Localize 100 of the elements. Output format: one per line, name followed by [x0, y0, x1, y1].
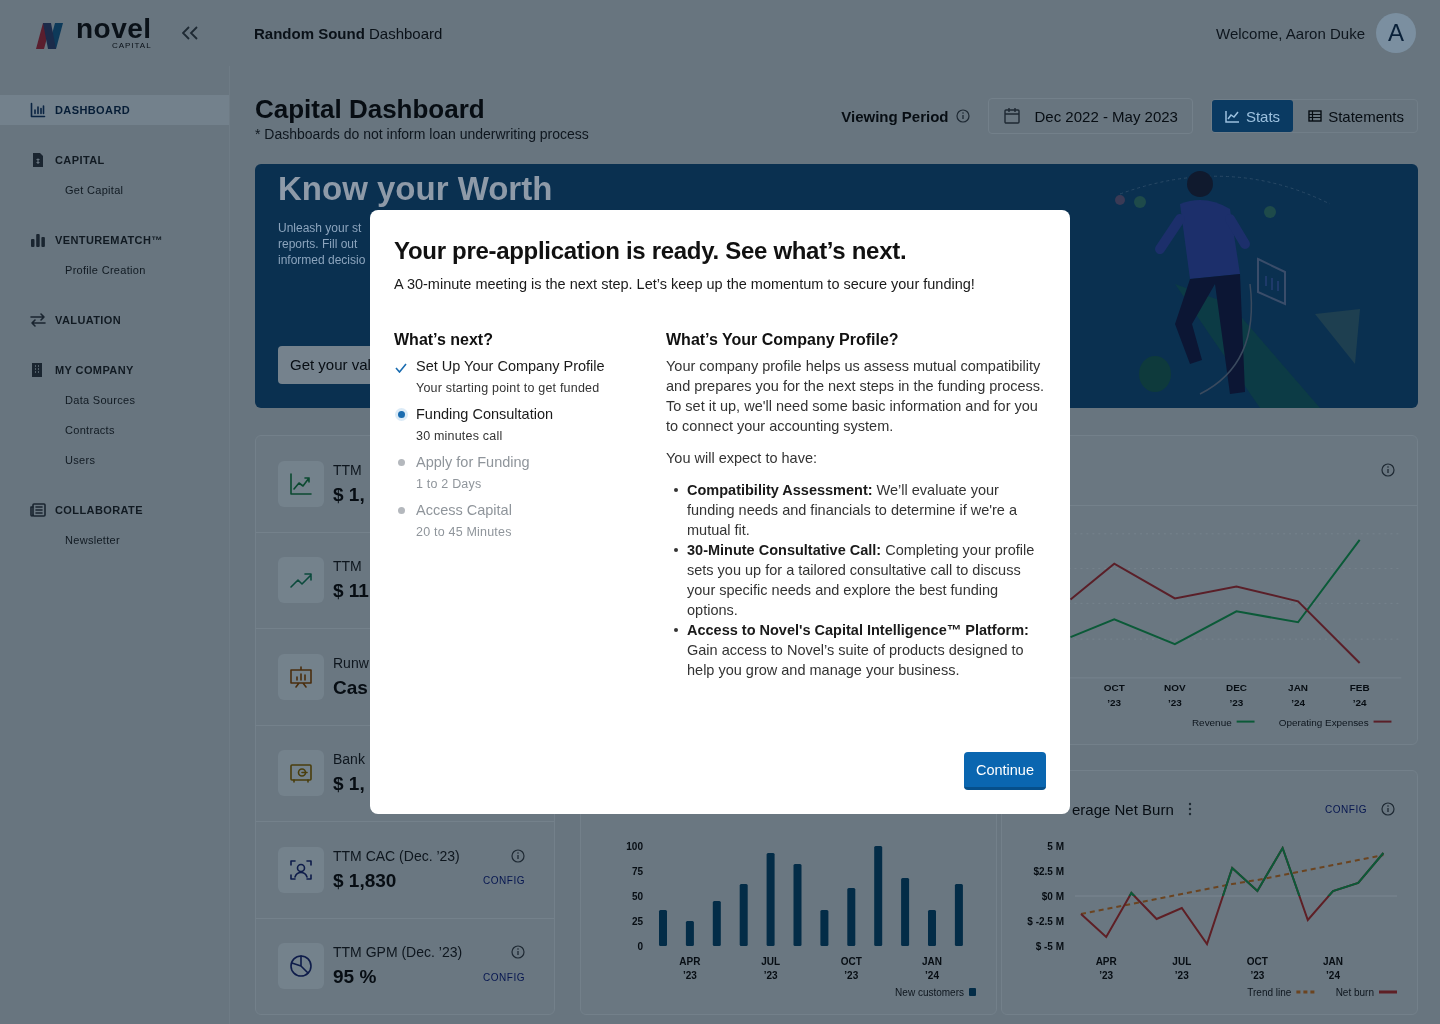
- newspaper-icon: [30, 502, 46, 518]
- metric-label: Runw: [333, 654, 369, 671]
- metric-label: TTM: [333, 558, 362, 575]
- bar: [712, 901, 721, 946]
- axis-tick: 5 M: [1047, 841, 1064, 852]
- bullet-icon: [674, 628, 678, 632]
- avatar[interactable]: A: [1376, 13, 1416, 53]
- bar: [954, 884, 963, 946]
- page-title: Random Sound Dashboard: [253, 24, 443, 42]
- sidebar-item[interactable]: VENTUREMATCH™: [0, 225, 229, 255]
- bar-chart-icon: [30, 232, 46, 248]
- info-icon[interactable]: [955, 109, 970, 123]
- pie-chart-icon: [289, 954, 313, 979]
- axis-tick: $ -2.5 M: [1027, 916, 1064, 927]
- view-tab[interactable]: Statements: [1295, 100, 1417, 132]
- metric-value: Cas: [333, 676, 368, 699]
- collapse-icon[interactable]: [181, 26, 198, 40]
- disclaimer-text: * Dashboards do not inform loan underwriting process: [255, 125, 589, 143]
- step-dot: [397, 458, 405, 466]
- metric-value: $ 1,: [333, 483, 365, 506]
- legend-label: Operating Expenses: [1278, 716, 1369, 728]
- sidebar-item[interactable]: VALUATION: [0, 305, 229, 335]
- user-scan-icon: [289, 857, 313, 882]
- metric-label: TTM CAC (Dec. ’23): [333, 847, 460, 864]
- config-link[interactable]: CONFIG: [483, 875, 525, 887]
- axis-tick: 0: [637, 941, 643, 952]
- axis-label: JAN ’24: [1323, 956, 1343, 981]
- sidebar-subitem[interactable]: Newsletter: [0, 525, 229, 555]
- axis-tick: 75: [631, 866, 643, 877]
- bar: [739, 884, 748, 946]
- info-icon[interactable]: [511, 848, 525, 863]
- presentation-board-icon: [289, 664, 313, 689]
- metric-value: $ 11: [333, 580, 369, 603]
- step-title: Funding Consultation: [416, 405, 554, 424]
- axis-label: APR ’23: [1095, 956, 1117, 981]
- legend-label: Revenue: [1191, 716, 1232, 728]
- axis-label: APR ’23: [679, 956, 701, 981]
- banner-text: Unleash your st: [278, 220, 362, 236]
- bar: [659, 910, 667, 946]
- calendar-icon: [1002, 107, 1021, 125]
- step-detail: 20 to 45 Minutes: [416, 524, 512, 540]
- continue-button[interactable]: Continue: [963, 752, 1046, 790]
- sidebar-item[interactable]: MY COMPANY: [0, 355, 229, 385]
- sidebar-subitem[interactable]: Get Capital: [0, 175, 229, 205]
- axis-tick: $ -5 M: [1035, 941, 1064, 952]
- swap-arrows-icon: [30, 312, 46, 328]
- sidebar-subitem[interactable]: Contracts: [0, 415, 229, 445]
- metric-label: Bank: [333, 751, 365, 768]
- line-chart-icon: [289, 471, 313, 496]
- banner-text: informed decisio: [278, 252, 366, 268]
- axis-label: JUL ’23: [1172, 956, 1192, 981]
- more-options-icon[interactable]: [1187, 802, 1192, 816]
- step-detail: 1 to 2 Days: [416, 476, 483, 492]
- config-link[interactable]: CONFIG: [1325, 803, 1367, 815]
- legend-label: New customers: [895, 987, 964, 998]
- chart-icon: [1224, 109, 1240, 123]
- chart-title: erage Net Burn: [1072, 800, 1174, 818]
- bullet-icon: [674, 548, 678, 552]
- check-icon: [395, 362, 407, 373]
- dialog-subtitle: A 30-minute meeting is the next step. Let’s keep up the momentum to secure your funding!: [394, 275, 976, 294]
- axis-tick: 25: [631, 916, 643, 927]
- view-tab[interactable]: Stats: [1211, 100, 1294, 132]
- axis-label: JAN ’24: [922, 956, 942, 981]
- axis-label: JAN ’24: [1288, 681, 1308, 708]
- axis-label: OCT ’23: [1246, 956, 1268, 981]
- step-detail: 30 minutes call: [416, 428, 504, 444]
- safe-icon: [289, 761, 313, 786]
- axis-label: OCT ’23: [840, 956, 862, 981]
- welcome-text: Welcome, Aaron Duke: [1216, 24, 1365, 42]
- document-icon: [30, 152, 46, 168]
- metric-value: $ 1,830: [333, 869, 397, 892]
- bar: [901, 878, 910, 946]
- current-step-dot: [397, 410, 405, 418]
- bar-chart-icon: [30, 102, 46, 118]
- info-icon[interactable]: [1381, 463, 1395, 478]
- axis-tick: $0 M: [1041, 891, 1064, 902]
- legend-label: Net burn: [1335, 987, 1374, 998]
- dialog-title: Your pre-application is ready. See what’s next.: [394, 236, 908, 266]
- sidebar-subitem[interactable]: Data Sources: [0, 385, 229, 415]
- date-range-picker[interactable]: Dec 2022 - May 2023: [987, 98, 1193, 134]
- info-icon[interactable]: [511, 945, 525, 960]
- sidebar-subitem[interactable]: Users: [0, 445, 229, 475]
- banner-heading: Know your Worth: [278, 172, 553, 206]
- metric-value: $ 1,: [333, 773, 365, 796]
- step-title: Access Capital: [416, 501, 512, 520]
- info-icon[interactable]: [1381, 802, 1395, 816]
- config-link[interactable]: CONFIG: [483, 971, 525, 983]
- bullet-text: Access to Novel's Capital Intelligence™ Platform: Gain access to Novel’s suite of products designed to help you grow and manage your business.: [687, 621, 1030, 680]
- sidebar-subitem[interactable]: Profile Creation: [0, 255, 229, 285]
- bullet-text: Compatibility Assessment: We’ll evaluate your funding needs and financials to determine if we're a mutual fit.: [687, 481, 1019, 540]
- sidebar-item[interactable]: CAPITAL: [0, 145, 229, 175]
- step-dot: [397, 506, 405, 514]
- bullet-text: 30-Minute Consultative Call: Completing your profile sets you up for a tailored consultative call to discuss your specific needs and explore the best funding options.: [687, 541, 1036, 620]
- sidebar-item[interactable]: COLLABORATE: [0, 495, 229, 525]
- description-text: You will expect to have:: [666, 449, 818, 468]
- legend-label: Trend line: [1247, 987, 1292, 998]
- bar: [820, 910, 829, 946]
- bullet-icon: [674, 488, 678, 492]
- axis-label: FEB ’24: [1349, 681, 1370, 708]
- sidebar-item[interactable]: DASHBOARD: [0, 95, 229, 125]
